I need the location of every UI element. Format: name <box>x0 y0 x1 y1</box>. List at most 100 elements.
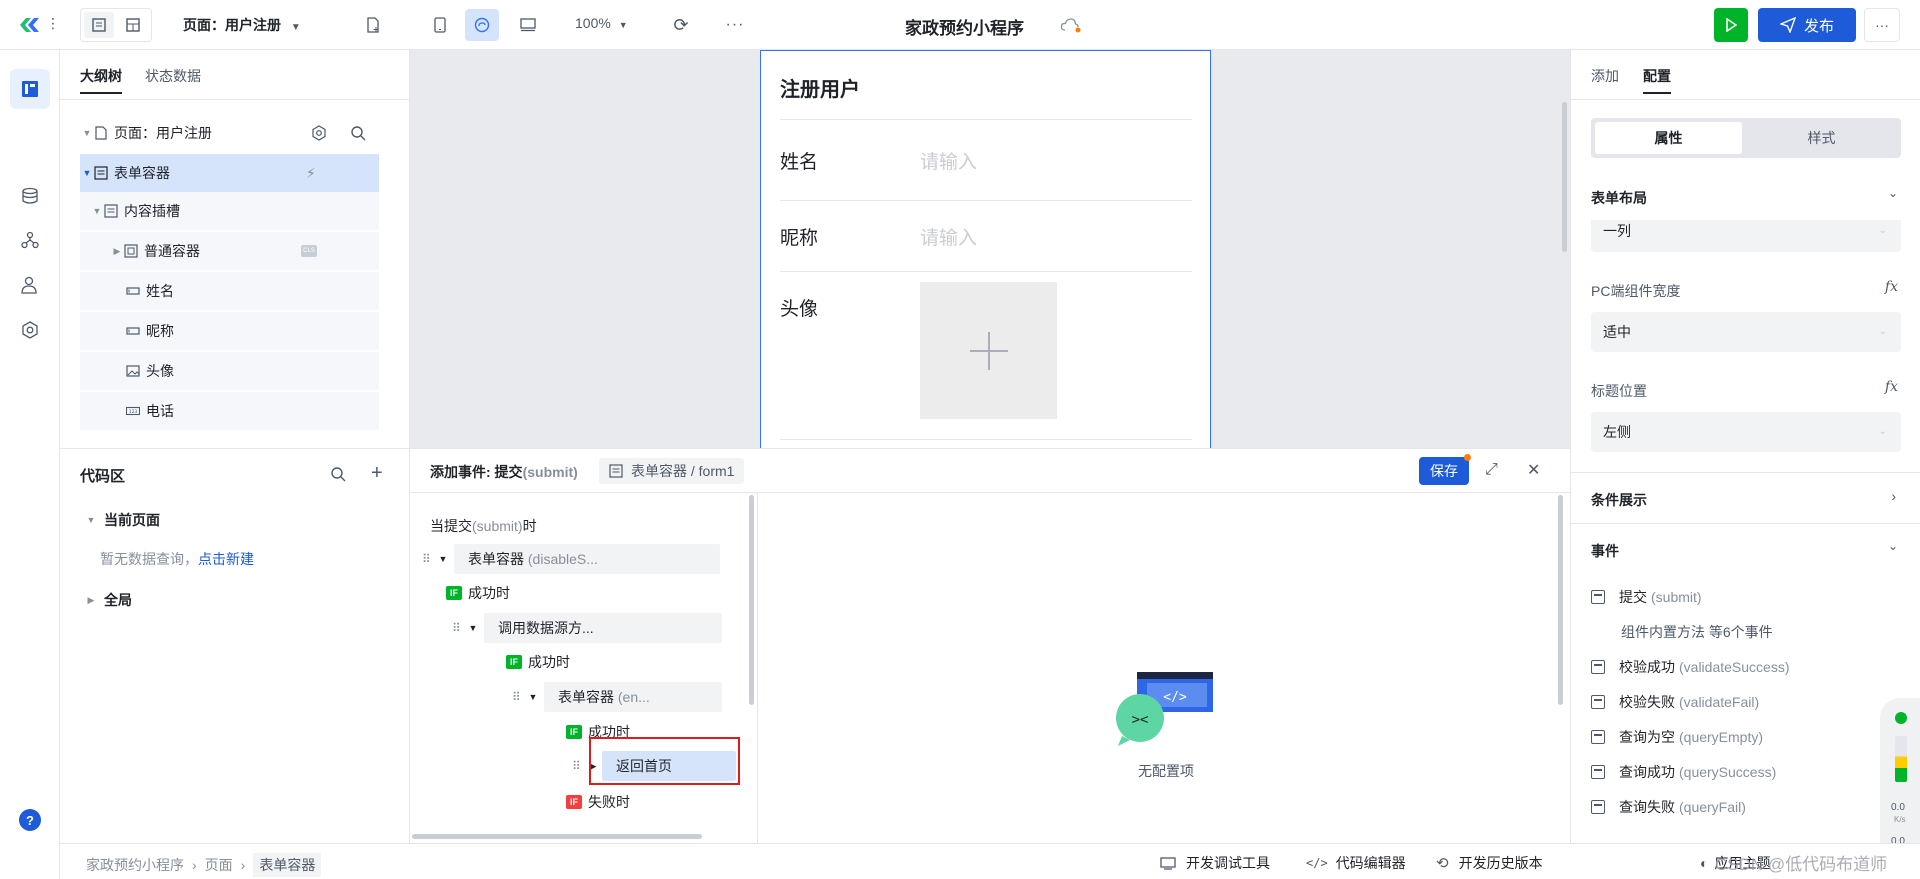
event-icon <box>1591 695 1605 709</box>
event-query-fail[interactable]: 查询失败 (queryFail) <box>1591 797 1746 817</box>
fx-icon[interactable]: fx <box>1885 379 1898 395</box>
chevron-down-icon[interactable]: ⌄ <box>1888 539 1898 553</box>
history-button[interactable]: ⟲ 开发历史版本 <box>1436 853 1543 873</box>
event-query-success[interactable]: 查询成功 (querySuccess) <box>1591 762 1776 782</box>
miniprogram-view-icon[interactable] <box>465 9 499 41</box>
flow-node-3[interactable]: ⠿ ▼ 表单容器 (en... <box>512 682 722 712</box>
publish-button[interactable]: 发布 <box>1758 8 1856 42</box>
code-editor-button[interactable]: </> 代码编辑器 <box>1306 853 1406 873</box>
segment-styles[interactable]: 样式 <box>1746 122 1897 154</box>
tree-item-phone-field[interactable]: 123 电话 <box>80 392 379 430</box>
event-query-empty[interactable]: 查询为空 (queryEmpty) <box>1591 727 1763 747</box>
dev-tools-button[interactable]: 开发调试工具 <box>1160 853 1270 873</box>
vertical-scrollbar[interactable] <box>1558 495 1563 705</box>
caret-down-icon[interactable]: ▼ <box>526 692 540 702</box>
flow-node-2[interactable]: ⠿ ▼ 调用数据源方... <box>452 613 722 643</box>
horizontal-scrollbar[interactable] <box>412 834 702 839</box>
event-submit[interactable]: 提交 (submit) <box>1591 587 1702 607</box>
breadcrumb-current[interactable]: 表单容器 <box>253 853 322 877</box>
outline-nav-icon[interactable] <box>10 69 50 109</box>
database-icon[interactable] <box>10 176 50 216</box>
help-icon[interactable]: ? <box>19 809 41 831</box>
caret-down-icon[interactable]: ▼ <box>90 206 104 216</box>
pc-width-select[interactable]: 适中 ⌄ <box>1591 312 1901 352</box>
expand-icon[interactable]: ⤢ <box>1485 461 1498 479</box>
title-position-select[interactable]: 左侧 ⌄ <box>1591 412 1901 452</box>
vertical-scrollbar[interactable] <box>749 495 754 705</box>
drag-handle-icon[interactable]: ⠿ <box>422 552 436 566</box>
drag-handle-icon[interactable]: ⠿ <box>452 621 466 635</box>
caret-right-icon[interactable]: ▶ <box>84 595 98 606</box>
caret-down-icon[interactable]: ▼ <box>84 515 98 525</box>
close-icon[interactable]: ✕ <box>1527 460 1540 480</box>
tree-item-label: 普通容器 <box>144 243 200 259</box>
breadcrumb-item[interactable]: 页面 <box>205 855 233 875</box>
flow-node-1[interactable]: ⠿ ▼ 表单容器 (disableS... <box>422 544 720 574</box>
flow-node-4[interactable]: ⠿ ▶ 返回首页 <box>572 737 740 785</box>
action-node[interactable]: 表单容器 (disableS... <box>454 544 720 574</box>
event-validate-fail[interactable]: 校验失败 (validateFail) <box>1591 692 1759 712</box>
add-icon[interactable]: + <box>371 462 383 485</box>
tree-item-name-field[interactable]: 姓名 <box>80 272 379 310</box>
breadcrumb-item[interactable]: 家政预约小程序 <box>86 855 184 875</box>
chevron-right-icon[interactable]: › <box>1891 488 1896 504</box>
fx-icon[interactable]: fx <box>1885 279 1898 295</box>
tree-item-content-slot[interactable]: ▼ 内容插槽 <box>80 192 379 230</box>
action-node[interactable]: 调用数据源方... <box>484 613 722 643</box>
more-menu-button[interactable]: ··· <box>1864 8 1900 42</box>
search-icon[interactable] <box>350 125 366 141</box>
global-group[interactable]: ▶ 全局 <box>84 590 132 610</box>
settings-icon[interactable] <box>10 310 50 350</box>
caret-right-icon[interactable]: ▶ <box>110 246 124 257</box>
segment-properties[interactable]: 属性 <box>1595 122 1742 154</box>
drag-handle-icon[interactable]: ⠿ <box>572 759 586 773</box>
refresh-icon[interactable]: ⟳ <box>668 12 694 38</box>
caret-down-icon[interactable]: ▼ <box>436 554 450 564</box>
caret-down-icon[interactable]: ▼ <box>80 128 94 138</box>
component-breadcrumb[interactable]: 表单容器 / form1 <box>599 458 745 484</box>
tab-add[interactable]: 添加 <box>1591 66 1619 86</box>
chevron-down-icon[interactable]: ⌄ <box>1888 186 1898 200</box>
event-en: (queryFail) <box>1679 799 1746 815</box>
config-panel: 添加 配置 属性 样式 表单布局 ⌄ 一列 ⌄ PC端组件宽度 fx 适中 ⌄ … <box>1570 50 1920 850</box>
tree-item-container[interactable]: ▶ 普通容器 CLS <box>80 232 379 270</box>
caret-down-icon[interactable]: ▼ <box>466 623 480 633</box>
phone-preview[interactable]: 注册用户 姓名 请输入 昵称 请输入 头像 <box>760 50 1211 448</box>
event-validate-success[interactable]: 校验成功 (validateSuccess) <box>1591 657 1790 677</box>
page-selector[interactable]: 页面：用户注册 ▼ <box>183 15 301 35</box>
more-icon[interactable]: ··· <box>722 12 748 38</box>
save-button[interactable]: 保存 <box>1419 454 1471 485</box>
app-switch-icon[interactable]: ⋮ <box>46 15 60 35</box>
component-panel-icon[interactable] <box>118 12 148 38</box>
outline-panel-icon[interactable] <box>84 12 114 38</box>
search-icon[interactable] <box>330 466 346 482</box>
tree-item-avatar-field[interactable]: 头像 <box>80 352 379 390</box>
current-page-group[interactable]: ▼ 当前页面 <box>84 510 160 530</box>
flow-icon[interactable] <box>10 220 50 260</box>
caret-down-icon[interactable]: ▼ <box>80 168 94 178</box>
conditional-display[interactable]: 条件展示 <box>1591 490 1647 510</box>
add-page-icon[interactable] <box>360 12 386 38</box>
tab-state-data[interactable]: 状态数据 <box>145 66 201 86</box>
image-upload-icon <box>126 365 140 377</box>
canvas-scrollbar[interactable] <box>1562 102 1567 252</box>
desktop-view-icon[interactable] <box>512 9 544 41</box>
users-icon[interactable] <box>10 265 50 305</box>
name-input[interactable]: 请输入 <box>920 147 977 174</box>
tree-item-form-container[interactable]: ▼ 表单容器 ⚡ <box>80 154 379 192</box>
drag-handle-icon[interactable]: ⠿ <box>512 690 526 704</box>
tab-config[interactable]: 配置 <box>1643 66 1671 94</box>
tab-outline[interactable]: 大纲树 <box>80 66 122 94</box>
form-layout-select[interactable]: 一列 ⌄ <box>1591 220 1901 252</box>
zoom-selector[interactable]: 100% ▼ <box>575 15 628 31</box>
action-node[interactable]: 表单容器 (en... <box>544 682 722 712</box>
lightning-icon[interactable]: ⚡ <box>306 165 316 182</box>
preview-button[interactable] <box>1714 8 1748 42</box>
tree-item-page[interactable]: ▼ 页面：用户注册 <box>80 114 379 152</box>
create-link[interactable]: 点击新建 <box>198 551 254 567</box>
mobile-view-icon[interactable] <box>424 9 456 41</box>
tree-item-nickname-field[interactable]: 昵称 <box>80 312 379 350</box>
settings-icon[interactable] <box>311 125 327 141</box>
nickname-input[interactable]: 请输入 <box>920 223 977 250</box>
avatar-upload[interactable] <box>920 282 1057 419</box>
